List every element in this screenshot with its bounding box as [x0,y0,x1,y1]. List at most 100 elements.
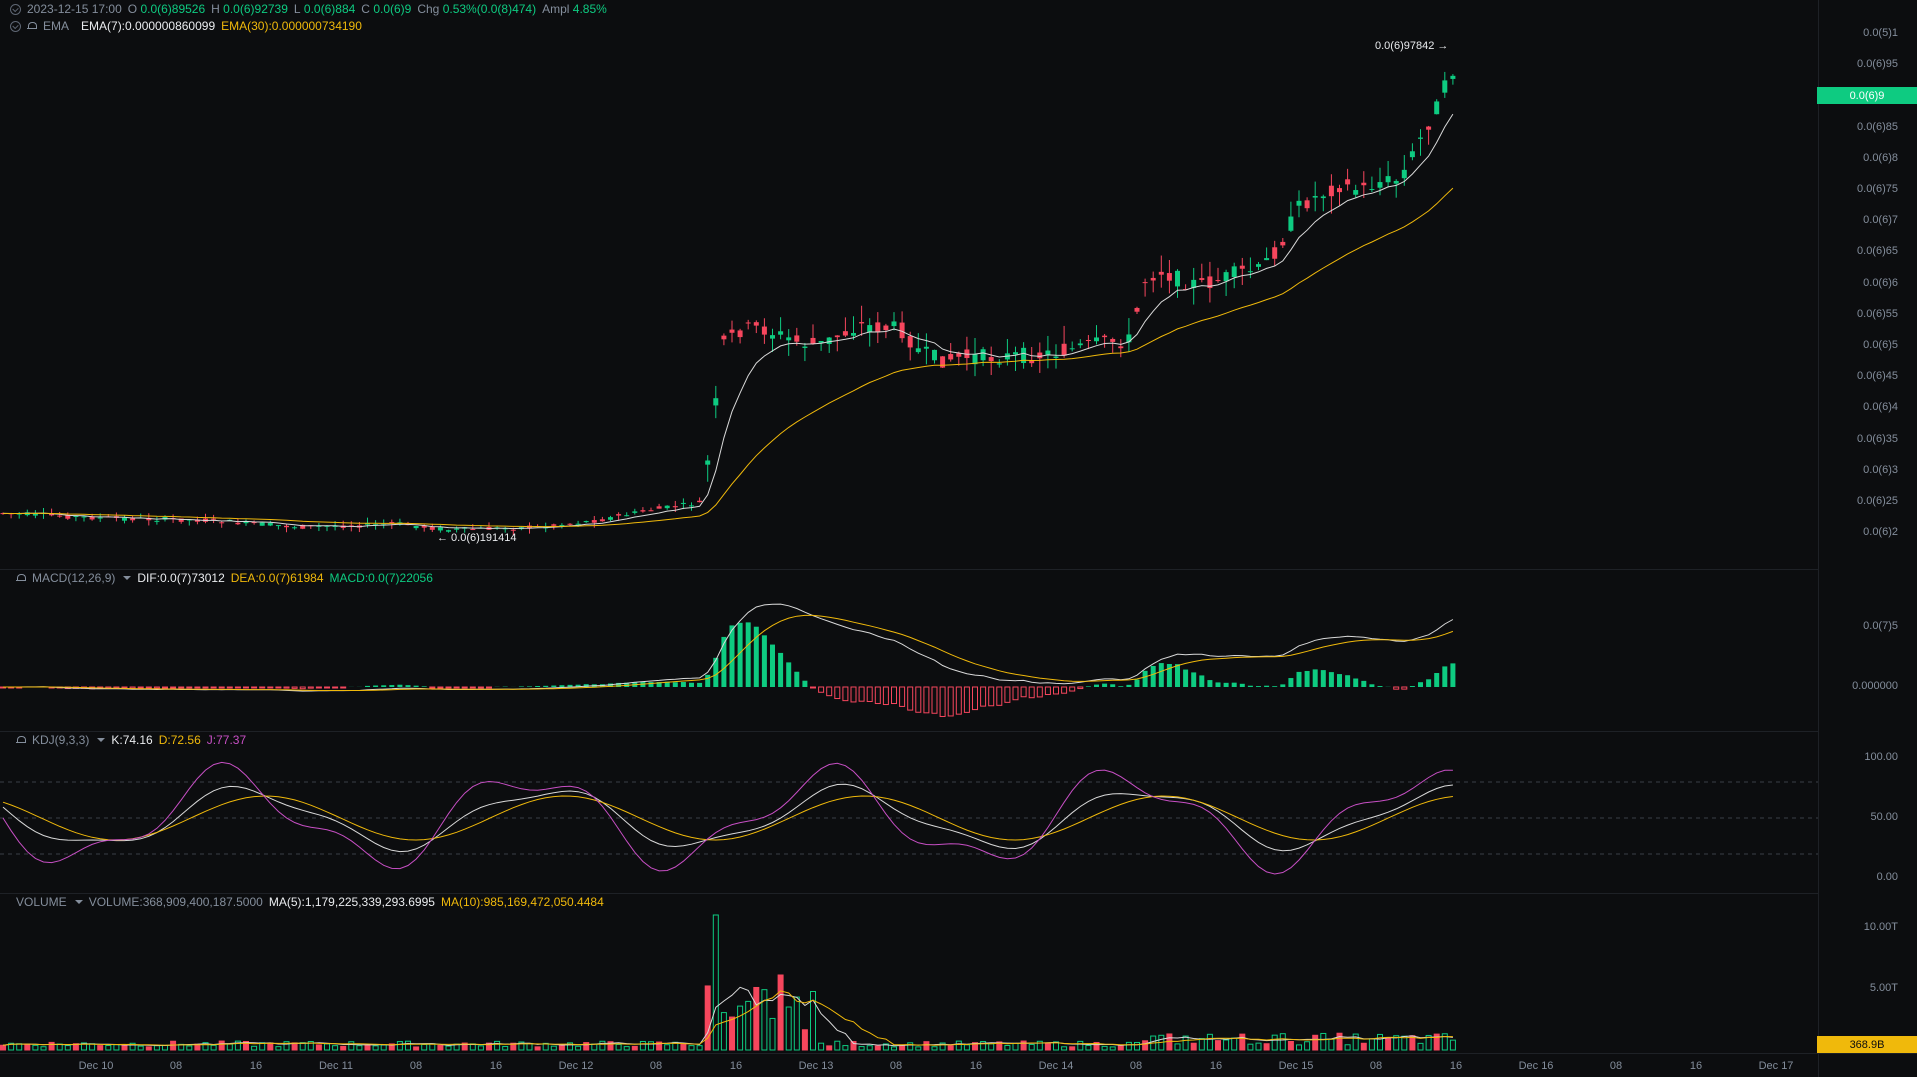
candle-body [275,525,281,527]
macd-bar [1296,671,1302,687]
macd-bar [834,686,841,700]
candle-body [1150,277,1156,281]
volume-bar [1215,1040,1221,1051]
macd-bar [543,685,549,687]
time-axis-label: 08 [1369,1060,1383,1072]
candle-body [697,500,703,503]
macd-bar [826,686,833,697]
candle-body [154,520,160,522]
candle-body [1280,241,1286,246]
macd-bar [421,686,427,687]
volume-bar [210,1044,217,1051]
macd-bar [1036,686,1043,698]
volume-bar [1344,1044,1351,1051]
candle-body [211,518,217,520]
volume-bar [615,1043,622,1051]
candle-body [705,460,711,465]
candle-body [948,354,954,360]
chevron-down-icon[interactable] [123,576,132,580]
bell-icon[interactable] [27,21,37,31]
volume-bar [1239,1033,1246,1051]
candle-body [57,515,63,517]
price-axis-label: 0.0(6)8 [1863,151,1898,164]
macd-bar [332,686,339,689]
macd-bar [1150,665,1156,687]
price-axis-label: 0.0(6)85 [1857,120,1898,133]
volume-bar [121,1044,128,1051]
time-axis-label: 16 [1449,1060,1463,1072]
volume-bar [688,1045,695,1051]
volume-bar [761,989,768,1051]
grid-lines [0,781,1818,855]
volume-bar [1287,1040,1294,1051]
kdj-indicator-name[interactable]: KDJ(9,3,3) [32,733,89,747]
macd-bar [1028,686,1035,699]
volume-bar [494,1040,501,1051]
macd-bar [218,686,225,689]
volume-ma10-line [2,990,1453,1046]
macd-indicator-name[interactable]: MACD(12,26,9) [32,571,115,585]
close-value: 0.0(6)9 [373,2,412,16]
collapse-icon[interactable] [10,3,21,15]
candle-body [859,322,865,324]
volume-bar [907,1042,914,1051]
candle-body [429,526,435,530]
candle-body [632,511,638,513]
time-axis-label: Dec 14 [1038,1060,1074,1072]
candle-body [1377,182,1383,188]
macd-bar [980,686,987,707]
bell-icon[interactable] [16,573,26,583]
volume-bar [1279,1033,1286,1051]
kdj-d-value: D:72.56 [158,733,201,747]
bell-icon[interactable] [16,735,26,745]
candle-body [915,348,921,353]
macd-bar [1426,679,1432,687]
candle-body [1231,266,1237,278]
candle-body [1085,339,1091,341]
macd-bar [1061,686,1068,694]
candle-body [235,522,241,525]
macd-bar [445,686,452,689]
candle-body [648,510,654,512]
candle-body [996,363,1002,365]
candle-body [1418,137,1423,139]
kdj-axis-label: 100.00 [1864,751,1898,763]
volume-bar [712,914,719,1051]
macd-bar [551,685,557,687]
candle-body [292,527,298,529]
volume-bar [324,1043,330,1051]
volume-bar [396,1041,403,1051]
macd-bar [202,686,209,689]
volume-bar [1142,1040,1149,1051]
macd-bar [1361,680,1367,687]
chevron-down-icon[interactable] [97,738,106,742]
candle-body [810,337,816,344]
macd-bar [1328,672,1334,687]
macd-bar [1450,663,1456,687]
volume-bar [1247,1043,1254,1051]
volume-bar [923,1041,930,1051]
candle-body [1199,278,1205,280]
macd-bar [178,686,185,689]
candle-body [867,325,873,333]
volume-bar [502,1045,509,1051]
candle-body [1450,75,1456,79]
volume-bar [1044,1043,1051,1051]
macd-bar [145,686,152,689]
macd-bar [518,686,524,687]
chevron-down-icon[interactable] [74,900,83,904]
volume-indicator-name[interactable]: VOLUME [16,895,67,909]
ema-indicator-name[interactable]: EMA [43,19,69,33]
collapse-icon[interactable] [10,20,21,32]
candle-body [713,398,719,406]
chart-canvas[interactable] [0,0,1917,1077]
candle-body [583,521,589,523]
macd-bar [275,686,282,689]
volume-bar [777,974,784,1051]
volume-bar [1134,1041,1140,1051]
candle-body [761,326,767,335]
macd-bar [1434,673,1440,687]
macd-bar [1077,686,1084,690]
macd-bar [1012,686,1019,701]
price-axis-label: 0.0(6)45 [1857,370,1898,383]
